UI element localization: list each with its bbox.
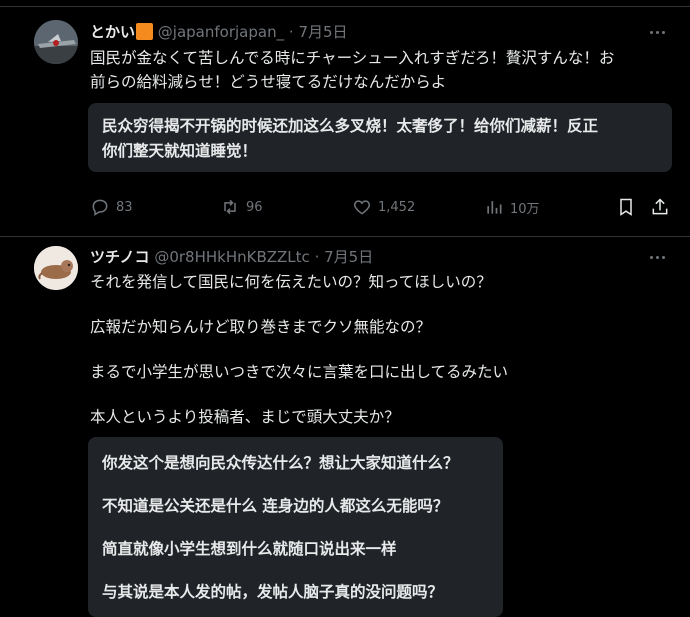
views-button[interactable]: 10万 <box>484 196 540 218</box>
action-bar: 83 96 1,452 10万 <box>0 196 690 218</box>
avatar[interactable] <box>34 20 78 64</box>
reply-icon <box>92 199 108 216</box>
timestamp[interactable]: 7月5日 <box>324 248 373 266</box>
translation-box: 你发这个是想向民众传达什么？想让大家知道什么？ 不知道是公关还是什么 连身边的人… <box>88 437 503 617</box>
share-button[interactable] <box>650 196 670 218</box>
retweet-icon <box>224 199 236 215</box>
retweet-count: 96 <box>246 199 263 215</box>
tweet-text-line: それを発信して国民に何を伝えたいの？知ってほしいの？ <box>90 273 492 291</box>
separator: · <box>314 248 320 266</box>
bookmark-button[interactable] <box>616 196 636 218</box>
like-button[interactable]: 1,452 <box>352 196 415 218</box>
translation-line: 你们整天就知道睡觉！ <box>102 142 258 160</box>
tweet-header: ツチノコ @0r8HHkHnKBZZLtc · 7月5日 <box>90 247 373 267</box>
translation-line: 简直就像小学生想到什么就随口说出来一样 <box>102 540 397 558</box>
separator: · <box>288 23 294 41</box>
tweet[interactable]: とかい @japanforjapan_ · 7月5日 国民が金なくて苦しんでる時… <box>0 0 690 237</box>
retweet-button[interactable]: 96 <box>220 196 263 218</box>
reply-count: 83 <box>116 199 133 215</box>
avatar[interactable] <box>34 246 78 290</box>
tweet-text-line: まるで小学生が思いつきで次々に言葉を口に出してるみたい <box>90 363 509 381</box>
tweet-header: とかい @japanforjapan_ · 7月5日 <box>90 22 348 42</box>
bar-chart-icon <box>487 201 502 214</box>
heart-icon <box>353 200 371 215</box>
tweet-text-line: 前らの給料減らせ！どうせ寝てるだけなんだからよ <box>90 73 447 91</box>
translation-line: 不知道是公关还是什么 连身边的人都这么无能吗？ <box>102 497 449 515</box>
more-horizontal-icon[interactable] <box>648 22 668 42</box>
translation-line: 你发这个是想向民众传达什么？想让大家知道什么？ <box>102 454 459 472</box>
tweet-text-line: 国民が金なくて苦しんでる時にチャーシュー入れすぎだろ！贅沢すんな！お <box>90 49 615 67</box>
tweet-text-line: 広報だか知らんけど取り巻きまでクソ無能なの？ <box>90 318 432 336</box>
tweet-text: 国民が金なくて苦しんでる時にチャーシュー入れすぎだろ！贅沢すんな！お 前らの給料… <box>90 46 670 94</box>
view-count: 10万 <box>510 201 540 217</box>
display-name[interactable]: ツチノコ <box>90 248 150 266</box>
translation-box: 民众穷得揭不开锅的时候还加这么多叉烧！太奢侈了！给你们减薪！反正 你们整天就知道… <box>88 103 672 172</box>
bookmark-icon <box>620 198 632 216</box>
reply-button[interactable]: 83 <box>90 196 133 218</box>
share-icon <box>652 198 668 215</box>
handle[interactable]: @0r8HHkHnKBZZLtc <box>154 248 309 266</box>
more-horizontal-icon[interactable] <box>648 247 668 267</box>
like-count: 1,452 <box>378 199 416 215</box>
handle[interactable]: @japanforjapan_ <box>158 23 284 41</box>
tweet-text-line: 本人というより投稿者、まじで頭大丈夫か？ <box>90 408 400 426</box>
translation-line: 与其说是本人发的帖，发帖人脑子真的没问题吗？ <box>102 583 444 601</box>
timestamp[interactable]: 7月5日 <box>298 23 347 41</box>
orange-badge-icon <box>136 23 154 40</box>
display-name[interactable]: とかい <box>90 23 135 41</box>
translation-line: 民众穷得揭不开锅的时候还加这么多叉烧！太奢侈了！给你们减薪！反正 <box>102 117 599 135</box>
